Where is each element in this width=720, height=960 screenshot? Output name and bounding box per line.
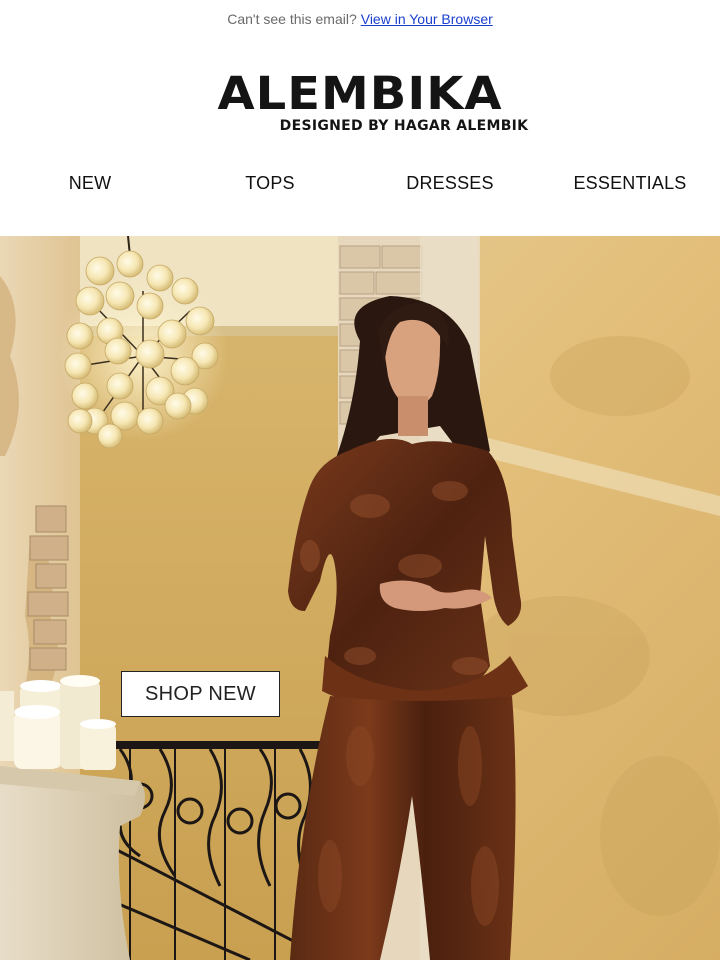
main-nav: NEW TOPS DRESSES ESSENTIALS (0, 166, 720, 200)
nav-item-tops[interactable]: TOPS (180, 166, 360, 200)
preheader: Can't see this email? View in Your Brows… (0, 0, 720, 38)
nav-item-essentials[interactable]: ESSENTIALS (540, 166, 720, 200)
nav-item-new[interactable]: NEW (0, 166, 180, 200)
nav-item-dresses[interactable]: DRESSES (360, 166, 540, 200)
brand-name: ALEMBIKA (217, 67, 503, 121)
shop-new-button[interactable]: SHOP NEW (121, 671, 280, 717)
brand-logo[interactable]: ALEMBIKA DESIGNED BY HAGAR ALEMBIK (0, 67, 720, 134)
preheader-text: Can't see this email? (227, 11, 357, 27)
view-in-browser-link[interactable]: View in Your Browser (361, 11, 493, 27)
hero-banner[interactable]: SHOP NEW (0, 236, 720, 960)
hero-image (0, 236, 720, 960)
